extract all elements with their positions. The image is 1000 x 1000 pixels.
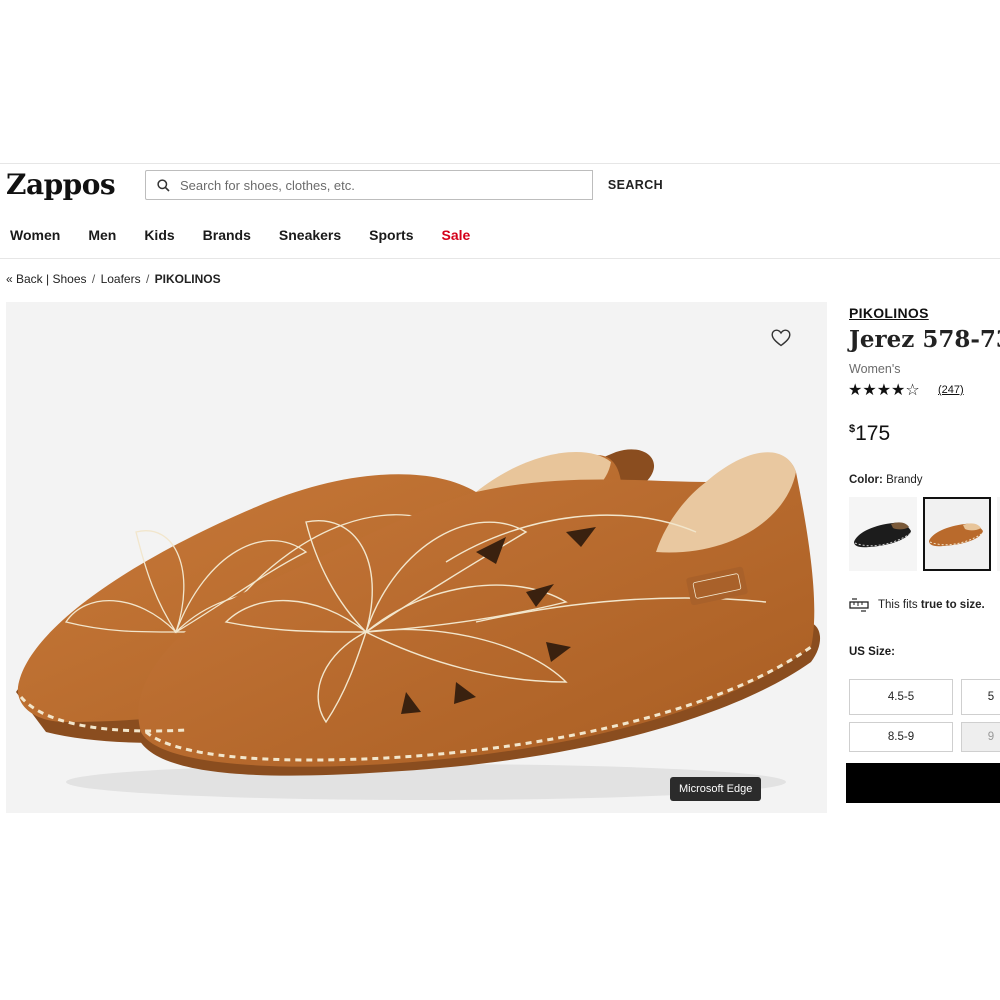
swatch-brandy[interactable]	[923, 497, 991, 571]
fit-info: This fits true to size.	[849, 598, 985, 612]
swatch-black[interactable]	[849, 497, 917, 571]
nav-divider	[0, 258, 1000, 259]
color-selection: Color: Brandy	[849, 474, 923, 486]
heart-icon[interactable]	[771, 329, 793, 349]
swatch-black-image	[854, 522, 912, 548]
breadcrumb-brand[interactable]: PIKOLINOS	[155, 272, 221, 286]
nav-sports[interactable]: Sports	[369, 227, 413, 243]
nav-sneakers[interactable]: Sneakers	[279, 227, 341, 243]
breadcrumb: « Back | Shoes / Loafers / PIKOLINOS	[6, 272, 221, 286]
fit-prefix: This fits	[878, 599, 918, 611]
price-currency: $	[849, 423, 856, 435]
nav-sale[interactable]: Sale	[442, 227, 471, 243]
page-frame: Zappos SEARCH Women Men Kids Brands Snea…	[0, 163, 1000, 813]
color-label: Color:	[849, 474, 883, 486]
size-option[interactable]: 5	[961, 679, 1000, 715]
rating-stars: ★★★★☆	[848, 382, 920, 399]
add-to-cart-button[interactable]	[846, 763, 1000, 803]
breadcrumb-loafers[interactable]: Loafers	[101, 272, 141, 286]
breadcrumb-back[interactable]: « Back	[6, 272, 43, 286]
size-option-unavailable[interactable]: 9	[961, 722, 1000, 752]
color-value: Brandy	[886, 474, 923, 486]
product-title: Jerez 578-73	[849, 326, 1000, 353]
nav-men[interactable]: Men	[88, 227, 116, 243]
main-nav: Women Men Kids Brands Sneakers Sports Sa…	[10, 227, 498, 243]
breadcrumb-shoes[interactable]: Shoes	[53, 272, 87, 286]
search-bar: SEARCH	[145, 170, 678, 200]
breadcrumb-divider: |	[46, 272, 50, 286]
price-value: 175	[855, 422, 891, 445]
search-icon	[146, 178, 180, 192]
product-image[interactable]: Microsoft Edge	[6, 302, 827, 813]
reviews-link[interactable]: (247)	[938, 384, 964, 396]
zappos-logo[interactable]: Zappos	[6, 168, 116, 201]
size-label: US Size:	[849, 646, 896, 658]
search-input[interactable]	[180, 172, 592, 198]
swatch-brandy-image	[929, 523, 984, 547]
breadcrumb-separator: /	[91, 272, 96, 286]
nav-women[interactable]: Women	[10, 227, 60, 243]
product-price: $175	[849, 422, 890, 446]
size-option[interactable]: 8.5-9	[849, 722, 953, 752]
nav-brands[interactable]: Brands	[203, 227, 251, 243]
size-option[interactable]: 4.5-5	[849, 679, 953, 715]
browser-tooltip: Microsoft Edge	[670, 777, 762, 801]
search-button[interactable]: SEARCH	[592, 170, 678, 200]
product-gender: Women's	[849, 362, 901, 376]
top-divider	[0, 163, 1000, 164]
fit-value: true to size.	[920, 599, 985, 611]
breadcrumb-separator: /	[145, 272, 150, 286]
nav-kids[interactable]: Kids	[144, 227, 174, 243]
brand-link[interactable]: PIKOLINOS	[849, 305, 929, 321]
product-photo	[16, 449, 821, 800]
ruler-icon	[849, 598, 869, 612]
